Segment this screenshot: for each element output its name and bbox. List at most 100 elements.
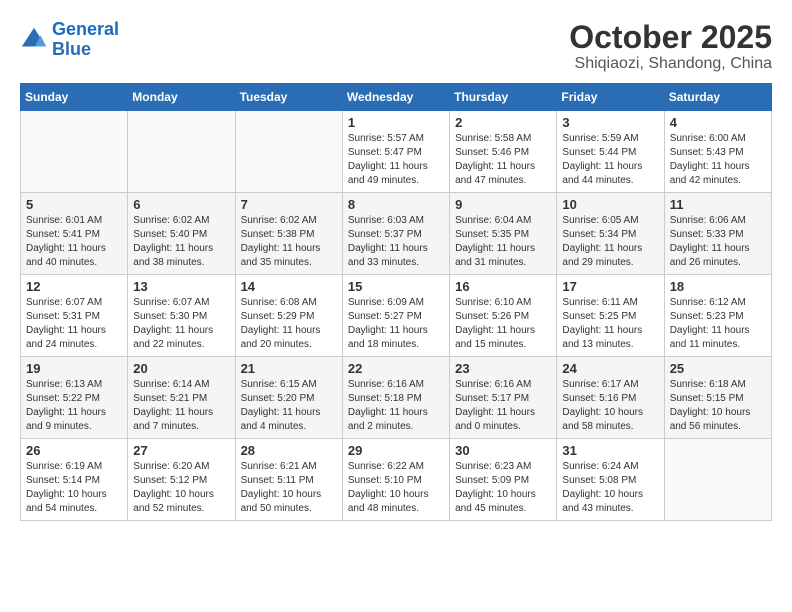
day-info: Sunrise: 6:05 AM Sunset: 5:34 PM Dayligh…: [562, 214, 658, 270]
day-cell: 6 Sunrise: 6:02 AM Sunset: 5:40 PM Daylig…: [128, 193, 235, 275]
day-number: 29: [348, 443, 444, 458]
day-number: 20: [133, 361, 229, 376]
title-block: October 2025 Shiqiaozi, Shandong, China: [569, 20, 772, 73]
day-cell: 13 Sunrise: 6:07 AM Sunset: 5:30 PM Dayli…: [128, 275, 235, 357]
day-cell: 10 Sunrise: 6:05 AM Sunset: 5:34 PM Dayli…: [557, 193, 664, 275]
day-number: 10: [562, 197, 658, 212]
weekday-header-friday: Friday: [557, 84, 664, 111]
weekday-header-thursday: Thursday: [450, 84, 557, 111]
day-cell: [664, 439, 771, 521]
day-cell: [128, 111, 235, 193]
weekday-header-saturday: Saturday: [664, 84, 771, 111]
day-info: Sunrise: 6:23 AM Sunset: 5:09 PM Dayligh…: [455, 460, 551, 516]
day-cell: 28 Sunrise: 6:21 AM Sunset: 5:11 PM Dayli…: [235, 439, 342, 521]
day-info: Sunrise: 6:03 AM Sunset: 5:37 PM Dayligh…: [348, 214, 444, 270]
day-cell: 15 Sunrise: 6:09 AM Sunset: 5:27 PM Dayli…: [342, 275, 449, 357]
day-number: 2: [455, 115, 551, 130]
day-cell: 2 Sunrise: 5:58 AM Sunset: 5:46 PM Daylig…: [450, 111, 557, 193]
weekday-header-monday: Monday: [128, 84, 235, 111]
day-cell: 4Sunrise: 6:00 AM Sunset: 5:43 PM Daylig…: [664, 111, 771, 193]
day-number: 8: [348, 197, 444, 212]
day-number: 21: [241, 361, 337, 376]
day-number: 18: [670, 279, 766, 294]
weekday-header-sunday: Sunday: [21, 84, 128, 111]
day-info: Sunrise: 6:18 AM Sunset: 5:15 PM Dayligh…: [670, 378, 766, 434]
day-cell: 16 Sunrise: 6:10 AM Sunset: 5:26 PM Dayli…: [450, 275, 557, 357]
day-number: 1: [348, 115, 444, 130]
day-info: Sunrise: 6:24 AM Sunset: 5:08 PM Dayligh…: [562, 460, 658, 516]
day-cell: 1 Sunrise: 5:57 AM Sunset: 5:47 PM Daylig…: [342, 111, 449, 193]
week-row-5: 26Sunrise: 6:19 AM Sunset: 5:14 PM Dayli…: [21, 439, 772, 521]
day-cell: 18 Sunrise: 6:12 AM Sunset: 5:23 PM Dayli…: [664, 275, 771, 357]
day-number: 6: [133, 197, 229, 212]
day-number: 19: [26, 361, 122, 376]
day-number: 5: [26, 197, 122, 212]
day-info: Sunrise: 6:20 AM Sunset: 5:12 PM Dayligh…: [133, 460, 229, 516]
day-number: 16: [455, 279, 551, 294]
logo-line1: General: [52, 19, 119, 39]
day-number: 13: [133, 279, 229, 294]
day-cell: 21 Sunrise: 6:15 AM Sunset: 5:20 PM Dayli…: [235, 357, 342, 439]
page-header: General Blue October 2025 Shiqiaozi, Sha…: [20, 20, 772, 73]
day-info: Sunrise: 6:10 AM Sunset: 5:26 PM Dayligh…: [455, 296, 551, 352]
day-cell: 23 Sunrise: 6:16 AM Sunset: 5:17 PM Dayli…: [450, 357, 557, 439]
day-number: 7: [241, 197, 337, 212]
day-info: Sunrise: 6:22 AM Sunset: 5:10 PM Dayligh…: [348, 460, 444, 516]
day-cell: 17Sunrise: 6:11 AM Sunset: 5:25 PM Dayli…: [557, 275, 664, 357]
weekday-header-tuesday: Tuesday: [235, 84, 342, 111]
day-cell: 30 Sunrise: 6:23 AM Sunset: 5:09 PM Dayli…: [450, 439, 557, 521]
day-info: Sunrise: 6:08 AM Sunset: 5:29 PM Dayligh…: [241, 296, 337, 352]
day-cell: 27 Sunrise: 6:20 AM Sunset: 5:12 PM Dayli…: [128, 439, 235, 521]
day-cell: 24 Sunrise: 6:17 AM Sunset: 5:16 PM Dayli…: [557, 357, 664, 439]
day-info: Sunrise: 6:07 AM Sunset: 5:31 PM Dayligh…: [26, 296, 122, 352]
day-info: Sunrise: 6:13 AM Sunset: 5:22 PM Dayligh…: [26, 378, 122, 434]
day-number: 28: [241, 443, 337, 458]
day-info: Sunrise: 6:16 AM Sunset: 5:17 PM Dayligh…: [455, 378, 551, 434]
day-info: Sunrise: 6:11 AM Sunset: 5:25 PM Dayligh…: [562, 296, 658, 352]
day-info: Sunrise: 6:04 AM Sunset: 5:35 PM Dayligh…: [455, 214, 551, 270]
day-number: 3: [562, 115, 658, 130]
day-cell: 29 Sunrise: 6:22 AM Sunset: 5:10 PM Dayli…: [342, 439, 449, 521]
day-info: Sunrise: 6:00 AM Sunset: 5:43 PM Dayligh…: [670, 132, 766, 188]
day-cell: 14Sunrise: 6:08 AM Sunset: 5:29 PM Dayli…: [235, 275, 342, 357]
day-number: 23: [455, 361, 551, 376]
day-number: 24: [562, 361, 658, 376]
day-info: Sunrise: 5:57 AM Sunset: 5:47 PM Dayligh…: [348, 132, 444, 188]
weekday-header-row: SundayMondayTuesdayWednesdayThursdayFrid…: [21, 84, 772, 111]
day-info: Sunrise: 6:15 AM Sunset: 5:20 PM Dayligh…: [241, 378, 337, 434]
day-info: Sunrise: 6:21 AM Sunset: 5:11 PM Dayligh…: [241, 460, 337, 516]
day-number: 15: [348, 279, 444, 294]
calendar: SundayMondayTuesdayWednesdayThursdayFrid…: [20, 83, 772, 521]
logo-text: General Blue: [52, 20, 119, 60]
day-info: Sunrise: 6:02 AM Sunset: 5:40 PM Dayligh…: [133, 214, 229, 270]
week-row-1: 1 Sunrise: 5:57 AM Sunset: 5:47 PM Daylig…: [21, 111, 772, 193]
logo-icon: [20, 26, 48, 54]
day-cell: 19 Sunrise: 6:13 AM Sunset: 5:22 PM Dayli…: [21, 357, 128, 439]
day-cell: 22 Sunrise: 6:16 AM Sunset: 5:18 PM Dayli…: [342, 357, 449, 439]
day-info: Sunrise: 6:02 AM Sunset: 5:38 PM Dayligh…: [241, 214, 337, 270]
day-info: Sunrise: 6:16 AM Sunset: 5:18 PM Dayligh…: [348, 378, 444, 434]
week-row-3: 12 Sunrise: 6:07 AM Sunset: 5:31 PM Dayli…: [21, 275, 772, 357]
weekday-header-wednesday: Wednesday: [342, 84, 449, 111]
day-info: Sunrise: 6:01 AM Sunset: 5:41 PM Dayligh…: [26, 214, 122, 270]
day-number: 27: [133, 443, 229, 458]
day-info: Sunrise: 6:12 AM Sunset: 5:23 PM Dayligh…: [670, 296, 766, 352]
day-cell: 31 Sunrise: 6:24 AM Sunset: 5:08 PM Dayli…: [557, 439, 664, 521]
day-info: Sunrise: 6:07 AM Sunset: 5:30 PM Dayligh…: [133, 296, 229, 352]
day-cell: [235, 111, 342, 193]
day-number: 31: [562, 443, 658, 458]
day-cell: 9Sunrise: 6:04 AM Sunset: 5:35 PM Daylig…: [450, 193, 557, 275]
day-number: 12: [26, 279, 122, 294]
day-info: Sunrise: 5:58 AM Sunset: 5:46 PM Dayligh…: [455, 132, 551, 188]
day-number: 25: [670, 361, 766, 376]
day-info: Sunrise: 6:09 AM Sunset: 5:27 PM Dayligh…: [348, 296, 444, 352]
day-number: 11: [670, 197, 766, 212]
day-number: 22: [348, 361, 444, 376]
day-number: 30: [455, 443, 551, 458]
day-info: Sunrise: 6:17 AM Sunset: 5:16 PM Dayligh…: [562, 378, 658, 434]
day-number: 26: [26, 443, 122, 458]
day-cell: [21, 111, 128, 193]
day-info: Sunrise: 6:14 AM Sunset: 5:21 PM Dayligh…: [133, 378, 229, 434]
week-row-2: 5 Sunrise: 6:01 AM Sunset: 5:41 PM Daylig…: [21, 193, 772, 275]
day-cell: 7 Sunrise: 6:02 AM Sunset: 5:38 PM Daylig…: [235, 193, 342, 275]
